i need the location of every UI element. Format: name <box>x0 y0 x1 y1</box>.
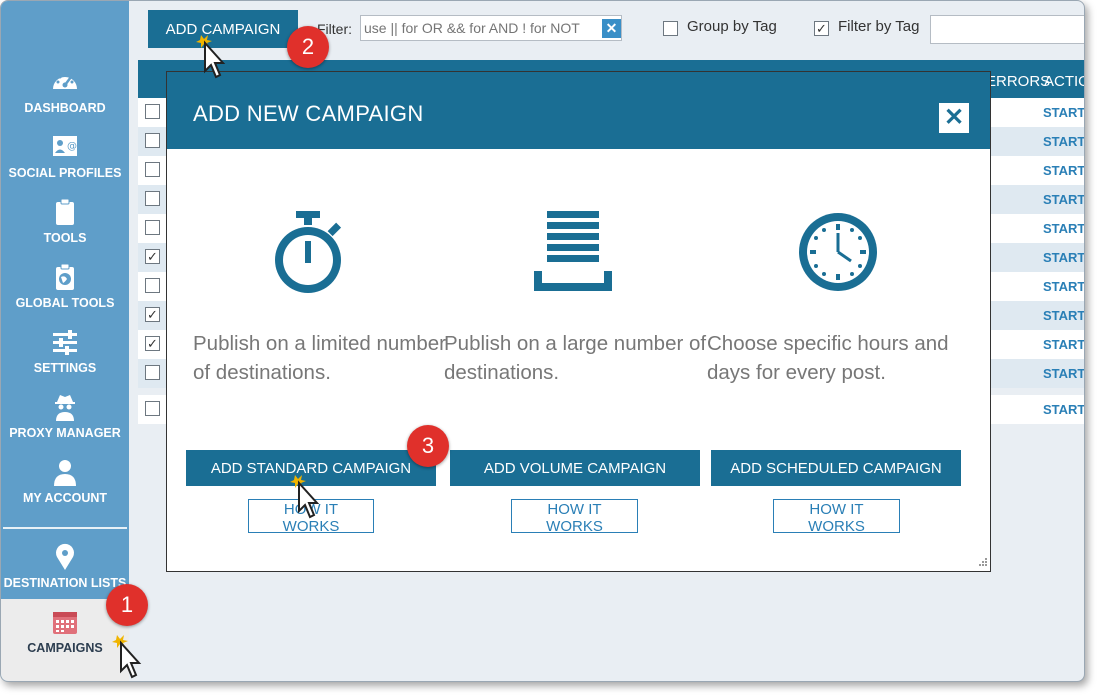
sidebar: DASHBOARD @ SOCIAL PROFILES TOOLS GLOBAL… <box>1 1 129 681</box>
globe-clipboard-icon <box>56 263 74 290</box>
clock-icon <box>799 213 877 291</box>
row-checkbox[interactable] <box>145 191 160 206</box>
scheduled-campaign-option: Choose specific hours and days for every… <box>707 149 977 569</box>
row-checkbox[interactable] <box>145 104 160 119</box>
row-checkbox[interactable]: ✓ <box>145 307 160 322</box>
option-description: Publish on a limited number of destinati… <box>193 332 446 384</box>
sidebar-item-proxy-manager[interactable]: PROXY MANAGER <box>1 392 129 454</box>
tag-select[interactable] <box>930 15 1084 44</box>
modal-title: ADD NEW CAMPAIGN <box>193 101 424 126</box>
start-link[interactable]: START <box>1043 192 1084 207</box>
row-checkbox[interactable] <box>145 162 160 177</box>
modal-header: ADD NEW CAMPAIGN ✕ <box>167 72 990 149</box>
start-link[interactable]: START <box>1043 163 1084 178</box>
mouse-cursor-icon <box>112 635 142 679</box>
start-link[interactable]: START <box>1043 134 1084 149</box>
sidebar-item-settings[interactable]: SETTINGS <box>1 327 129 389</box>
row-checkbox[interactable] <box>145 401 160 416</box>
start-link[interactable]: START <box>1043 308 1084 323</box>
start-link[interactable]: START <box>1043 279 1084 294</box>
sidebar-item-label: TOOLS <box>43 231 87 245</box>
row-checkbox[interactable]: ✓ <box>145 336 160 351</box>
filter-by-tag-label: Filter by Tag <box>838 18 920 35</box>
start-link[interactable]: START <box>1043 402 1084 417</box>
sidebar-item-tools[interactable]: TOOLS <box>1 197 129 259</box>
resize-grip-icon[interactable] <box>976 557 988 569</box>
how-it-works-button[interactable]: HOW IT WORKS <box>773 499 900 535</box>
sidebar-item-dashboard[interactable]: DASHBOARD <box>1 67 129 129</box>
clipboard-icon <box>56 198 74 225</box>
filter-input[interactable] <box>360 15 622 41</box>
filter-by-tag-checkbox[interactable]: ✓ <box>814 21 829 36</box>
sliders-icon <box>53 330 77 355</box>
step-badge-2: 2 <box>287 26 329 68</box>
step-badge-3: 3 <box>407 425 449 467</box>
option-description: Publish on a large number of destination… <box>444 332 707 384</box>
row-checkbox[interactable] <box>145 365 160 380</box>
map-pin-icon <box>56 543 74 570</box>
volume-campaign-option: Publish on a large number of destination… <box>444 149 714 569</box>
add-scheduled-campaign-button[interactable]: ADD SCHEDULED CAMPAIGN <box>711 450 961 486</box>
sidebar-divider <box>3 527 127 529</box>
app-window: DASHBOARD @ SOCIAL PROFILES TOOLS GLOBAL… <box>0 0 1085 682</box>
sidebar-item-label: DESTINATION LISTS <box>3 576 127 590</box>
start-link[interactable]: START <box>1043 105 1084 120</box>
standard-campaign-option: Publish on a limited number of destinati… <box>186 149 463 569</box>
stopwatch-icon <box>275 211 342 293</box>
sidebar-item-label: SETTINGS <box>33 361 97 375</box>
svg-text:@: @ <box>67 141 77 152</box>
start-link[interactable]: START <box>1043 366 1084 381</box>
stack-icon <box>534 211 612 291</box>
row-checkbox[interactable]: ✓ <box>145 249 160 264</box>
option-description: Choose specific hours and days for every… <box>707 332 949 384</box>
sidebar-item-global-tools[interactable]: GLOBAL TOOLS <box>1 262 129 324</box>
calendar-icon <box>53 612 77 634</box>
how-it-works-button[interactable]: HOW IT WORKS <box>511 499 638 535</box>
sidebar-item-social-profiles[interactable]: @ SOCIAL PROFILES <box>1 132 129 194</box>
filter-clear-icon[interactable]: ✕ <box>602 19 621 38</box>
group-by-tag-checkbox[interactable] <box>663 21 678 36</box>
mouse-cursor-icon <box>290 475 320 519</box>
add-volume-campaign-button[interactable]: ADD VOLUME CAMPAIGN <box>450 450 700 486</box>
start-link[interactable]: START <box>1043 221 1084 236</box>
spy-icon <box>55 395 75 421</box>
mouse-cursor-icon <box>196 35 226 79</box>
start-link[interactable]: START <box>1043 337 1084 352</box>
sidebar-item-label: PROXY MANAGER <box>9 426 121 440</box>
step-badge-1: 1 <box>106 584 148 626</box>
user-icon <box>54 460 76 486</box>
sidebar-item-label: GLOBAL TOOLS <box>15 296 115 310</box>
row-checkbox[interactable] <box>145 220 160 235</box>
dashboard-gauge-icon <box>53 73 77 89</box>
social-profiles-icon: @ <box>53 136 77 156</box>
group-by-tag-label: Group by Tag <box>687 18 777 35</box>
sidebar-item-label: DASHBOARD <box>24 101 106 115</box>
sidebar-item-label: MY ACCOUNT <box>22 491 108 505</box>
start-link[interactable]: START <box>1043 250 1084 265</box>
sidebar-item-label: SOCIAL PROFILES <box>8 166 122 180</box>
row-checkbox[interactable] <box>145 278 160 293</box>
close-icon[interactable]: ✕ <box>939 103 969 133</box>
column-header-actions: ACTIONS <box>1044 73 1084 90</box>
column-header-errors: ERRORS <box>986 73 1051 90</box>
row-checkbox[interactable] <box>145 133 160 148</box>
sidebar-item-my-account[interactable]: MY ACCOUNT <box>1 457 129 519</box>
